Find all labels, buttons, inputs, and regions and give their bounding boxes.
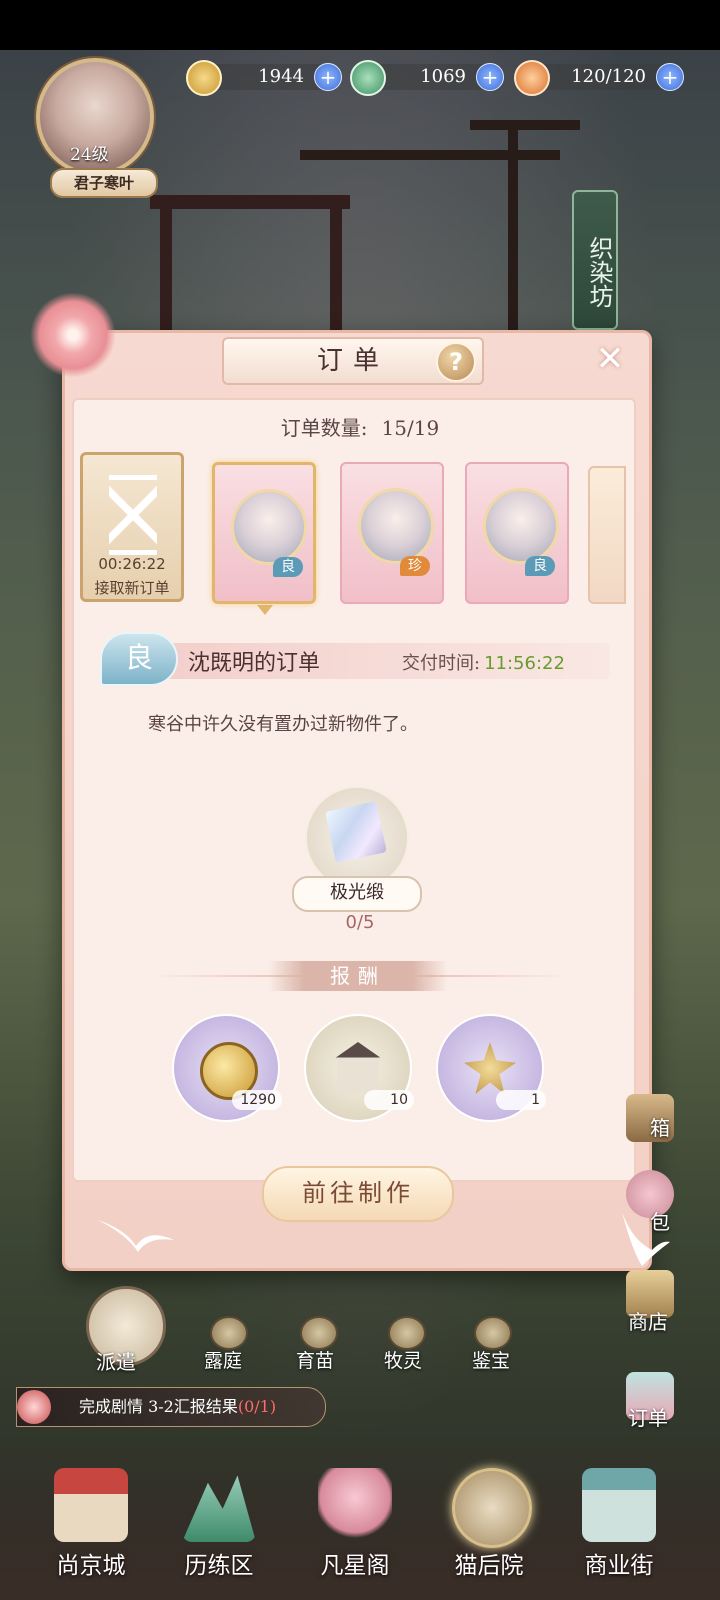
- aurora-silk-icon: [325, 801, 387, 863]
- add-jade-button[interactable]: +: [476, 63, 504, 91]
- city-gate-icon: [54, 1468, 128, 1542]
- reward-count: 1290: [232, 1090, 282, 1110]
- nav-commerce-street[interactable]: 商业街: [564, 1460, 674, 1590]
- pavilion-icon: [332, 1042, 384, 1094]
- weaving-workshop-tab[interactable]: 织染坊: [572, 190, 618, 330]
- grade-badge: 珍: [400, 556, 430, 576]
- nav-label: 商业街: [584, 1553, 654, 1579]
- required-item-progress: 0/5: [345, 912, 375, 933]
- resource-jade: 1069 +: [350, 60, 504, 96]
- order-count: 订单数量: 15/19: [0, 412, 720, 441]
- grade-badge: 良: [273, 557, 303, 577]
- add-paw-coins-button[interactable]: +: [314, 63, 342, 91]
- add-stamina-button[interactable]: +: [656, 63, 684, 91]
- paw-coin-icon: [186, 60, 222, 96]
- appraise-lock-icon[interactable]: [474, 1316, 512, 1350]
- stamina-food-icon: [514, 60, 550, 96]
- nav-label: 历练区: [184, 1553, 254, 1579]
- order-count-value: 15/19: [381, 416, 440, 440]
- quest-text: 完成剧情 3-2汇报结果(0/1): [79, 1388, 276, 1426]
- quest-gem-icon: [17, 1390, 51, 1424]
- order-card-partial[interactable]: [588, 466, 626, 604]
- nav-label: 尚京城: [56, 1553, 126, 1579]
- order-description: 寒谷中许久没有置办过新物件了。: [148, 714, 418, 735]
- nav-cat-backyard[interactable]: 猫后院: [434, 1460, 544, 1590]
- dispatch-label: 派遣: [96, 1350, 136, 1374]
- mini-button-label: 牧灵: [384, 1350, 423, 1372]
- nav-fanxing-pavilion[interactable]: 凡星阁: [300, 1460, 410, 1590]
- order-card[interactable]: 珍: [340, 462, 444, 604]
- mini-button-label: 鉴宝: [472, 1350, 511, 1372]
- blossom-tree-icon: [318, 1468, 392, 1542]
- reward-count: 10: [364, 1090, 414, 1110]
- reward-count: 1: [496, 1090, 546, 1110]
- resource-stamina: 120/120 +: [514, 60, 684, 96]
- delivery-time: 交付时间: 11:56:22: [402, 649, 565, 675]
- nav-training-area[interactable]: 历练区: [164, 1460, 274, 1590]
- character-portrait: [483, 488, 559, 564]
- reward-item[interactable]: 1290: [172, 1014, 282, 1122]
- resource-paw-coins: 1944 +: [186, 60, 342, 96]
- teapot-icon[interactable]: [388, 1316, 426, 1350]
- golden-lotus-icon: [464, 1042, 516, 1094]
- mini-button-label: 露庭: [204, 1350, 243, 1372]
- hourglass-icon: [109, 475, 157, 555]
- jade-icon: [350, 60, 386, 96]
- seedling-icon[interactable]: [300, 1316, 338, 1350]
- selection-pointer: [257, 605, 273, 615]
- new-order-label: 接取新订单: [94, 579, 170, 597]
- delivery-time-label: 交付时间:: [402, 653, 481, 674]
- close-button[interactable]: ✕: [590, 340, 630, 380]
- archway-icon: [582, 1468, 656, 1542]
- order-name: 沈既明的订单: [188, 651, 321, 676]
- crane-decoration: [98, 1220, 174, 1252]
- mountain-icon: [182, 1475, 256, 1542]
- go-craft-button[interactable]: 前往制作: [262, 1166, 454, 1222]
- new-order-timer: 00:26:22: [98, 555, 166, 573]
- right-button-label: 订单: [628, 1406, 668, 1430]
- character-portrait: [358, 488, 434, 564]
- new-order-card[interactable]: 00:26:22 接取新订单: [80, 452, 184, 602]
- player-level: 24级: [70, 145, 109, 165]
- nav-label: 猫后院: [454, 1553, 524, 1579]
- quest-tracker[interactable]: 完成剧情 3-2汇报结果(0/1): [16, 1387, 326, 1427]
- grade-badge: 良: [525, 556, 555, 576]
- nav-shangjing-city[interactable]: 尚京城: [36, 1460, 146, 1590]
- right-button-label: 箱: [650, 1116, 670, 1140]
- reward-item[interactable]: 1: [436, 1014, 546, 1122]
- quest-progress: (0/1): [237, 1397, 277, 1416]
- resource-value: 1069: [420, 66, 466, 87]
- peach-blossom-decoration: [30, 292, 116, 378]
- help-button[interactable]: ?: [436, 342, 476, 382]
- resource-value: 120/120: [571, 66, 646, 87]
- character-portrait: [231, 489, 307, 565]
- order-card-selected[interactable]: 良: [212, 462, 316, 615]
- player-name: 君子寒叶: [50, 168, 158, 198]
- order-count-label: 订单数量:: [280, 416, 368, 440]
- required-item-name: 极光缎: [292, 876, 422, 912]
- nav-label: 凡星阁: [320, 1553, 390, 1579]
- quest-description: 完成剧情 3-2汇报结果: [79, 1397, 238, 1416]
- mini-button-label: 育苗: [296, 1350, 335, 1372]
- dew-garden-lock-icon[interactable]: [210, 1316, 248, 1350]
- reward-title: 报酬: [268, 961, 448, 991]
- reward-item[interactable]: 10: [304, 1014, 414, 1122]
- right-button-label: 商店: [628, 1310, 668, 1334]
- right-button-label: 包: [650, 1210, 670, 1234]
- delivery-time-value: 11:56:22: [484, 653, 565, 674]
- order-card[interactable]: 良: [465, 462, 569, 604]
- order-grade-badge: 良: [100, 632, 178, 686]
- cat-basket-icon: [452, 1468, 532, 1548]
- resource-value: 1944: [258, 66, 304, 87]
